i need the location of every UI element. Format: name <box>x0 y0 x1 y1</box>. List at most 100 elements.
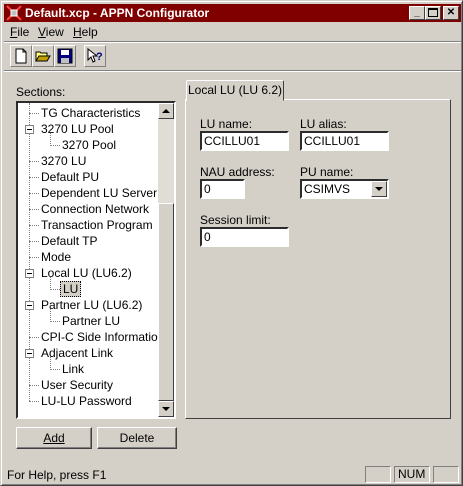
menu-help-accel: H <box>73 25 82 39</box>
lu-name-input[interactable] <box>200 131 289 151</box>
minimize-button[interactable]: _ <box>409 6 425 20</box>
maximize-button[interactable] <box>425 6 441 20</box>
pu-name-value: CSIMVS <box>304 182 351 196</box>
status-num: NUM <box>394 466 430 483</box>
collapse-icon[interactable] <box>25 349 34 358</box>
tree-item-partner-lu-group[interactable]: Partner LU (LU6.2) <box>41 297 142 313</box>
scroll-thumb[interactable] <box>158 203 174 401</box>
lu-name-label: LU name: <box>200 117 253 131</box>
tree-item-default-tp[interactable]: Default TP <box>41 233 97 249</box>
tree-item-tg-characteristics[interactable]: TG Characteristics <box>41 105 140 121</box>
collapse-icon[interactable] <box>25 301 34 310</box>
tree-item-lu-selected[interactable]: LU <box>60 281 82 297</box>
maximize-icon <box>428 8 438 17</box>
nau-address-input[interactable] <box>200 179 245 199</box>
new-file-icon <box>15 48 27 64</box>
add-button[interactable]: Add <box>16 427 92 449</box>
lu-alias-input[interactable] <box>300 131 389 151</box>
menu-file[interactable]: File <box>10 25 29 39</box>
delete-button-label: Delete <box>119 431 155 445</box>
tree-branch <box>29 113 39 114</box>
close-button[interactable]: ✕ <box>443 6 459 20</box>
tree-item-3270-pool[interactable]: 3270 Pool <box>62 137 116 153</box>
sections-tree-content: TG Characteristics 3270 LU Pool 3270 Poo… <box>18 103 164 417</box>
tree-branch <box>50 321 60 322</box>
status-pane-scrl <box>433 466 459 483</box>
context-help-button[interactable]: ? <box>84 45 106 67</box>
tree-branch <box>29 241 39 242</box>
menu-view-rest: iew <box>45 25 64 39</box>
delete-button[interactable]: Delete <box>97 427 177 449</box>
menu-help[interactable]: Help <box>73 25 98 39</box>
tree-item-lu-lu-password[interactable]: LU-LU Password <box>41 393 132 409</box>
tree-branch <box>50 369 60 370</box>
window-title: Default.xcp - APPN Configurator <box>25 6 210 20</box>
scroll-down-button[interactable] <box>158 401 174 417</box>
status-pane-empty <box>365 466 391 483</box>
tree-branch <box>50 145 60 146</box>
tree-item-3270-lu[interactable]: 3270 LU <box>41 153 86 169</box>
new-button[interactable] <box>10 45 32 67</box>
status-bar: For Help, press F1 NUM <box>4 465 461 484</box>
dropdown-button[interactable] <box>371 181 387 197</box>
tree-item-3270-lu-pool[interactable]: 3270 LU Pool <box>41 121 114 137</box>
lu-alias-label: LU alias: <box>300 117 347 131</box>
tree-branch <box>50 289 60 290</box>
save-button[interactable] <box>54 45 76 67</box>
tree-item-cpic-side-info[interactable]: CPI-C Side Information <box>41 329 164 345</box>
tree-branch <box>29 193 39 194</box>
pu-name-select[interactable]: CSIMVS <box>300 179 389 199</box>
tree-item-transaction-program[interactable]: Transaction Program <box>41 217 153 233</box>
tree-item-user-security[interactable]: User Security <box>41 377 113 393</box>
tree-scrollbar[interactable] <box>158 103 174 417</box>
tree-item-connection-network[interactable]: Connection Network <box>41 201 149 217</box>
chevron-down-icon <box>375 187 383 191</box>
menu-view-accel: V <box>38 25 46 39</box>
tree-branch <box>29 225 39 226</box>
tab-local-lu[interactable]: Local LU (LU 6.2) <box>186 80 284 101</box>
tab-local-lu-label: Local LU (LU 6.2) <box>187 83 283 97</box>
close-icon: ✕ <box>446 7 456 18</box>
save-disk-icon <box>57 48 73 64</box>
menu-file-rest: ile <box>17 25 30 39</box>
tree-item-link[interactable]: Link <box>62 361 84 377</box>
status-text: For Help, press F1 <box>7 468 107 482</box>
tree-branch <box>29 257 39 258</box>
tree-item-adjacent-link[interactable]: Adjacent Link <box>41 345 113 361</box>
arrow-up-icon <box>162 109 170 113</box>
tree-branch <box>29 177 39 178</box>
tree-item-local-lu[interactable]: Local LU (LU6.2) <box>41 265 132 281</box>
tree-item-mode[interactable]: Mode <box>41 249 71 265</box>
session-limit-label: Session limit: <box>200 213 271 227</box>
svg-text:?: ? <box>96 51 103 63</box>
menu-help-rest: elp <box>81 25 98 39</box>
context-help-icon: ? <box>87 48 103 63</box>
session-limit-input[interactable] <box>200 227 289 247</box>
scroll-up-button[interactable] <box>158 103 174 119</box>
tree-branch <box>29 161 39 162</box>
tree-item-partner-lu[interactable]: Partner LU <box>62 313 120 329</box>
open-button[interactable] <box>32 45 54 67</box>
nau-address-label: NAU address: <box>200 165 275 179</box>
tree-branch <box>29 337 39 338</box>
tree-item-default-pu[interactable]: Default PU <box>41 169 99 185</box>
sections-label: Sections: <box>16 85 66 99</box>
add-button-label: Add <box>43 431 65 445</box>
menu-view[interactable]: View <box>38 25 64 39</box>
toolbar-separator <box>4 70 461 72</box>
title-bar[interactable]: Default.xcp - APPN Configurator _ ✕ <box>4 4 461 22</box>
collapse-icon[interactable] <box>25 125 34 134</box>
menu-separator <box>4 41 461 43</box>
toolbar: ? <box>4 44 461 68</box>
app-window: Default.xcp - APPN Configurator _ ✕ File… <box>0 0 463 486</box>
tree-branch <box>29 385 39 386</box>
tree-item-dependent-lu-server[interactable]: Dependent LU Server <box>41 185 157 201</box>
tab-panel: LU name: LU alias: NAU address: PU name:… <box>185 99 451 419</box>
minimize-icon: _ <box>414 7 420 18</box>
collapse-icon[interactable] <box>25 269 34 278</box>
pu-name-label: PU name: <box>300 165 354 179</box>
sections-tree[interactable]: TG Characteristics 3270 LU Pool 3270 Poo… <box>16 101 176 419</box>
tree-branch <box>29 209 39 210</box>
menu-bar: File View Help <box>4 23 461 41</box>
tree-branch <box>29 401 39 402</box>
